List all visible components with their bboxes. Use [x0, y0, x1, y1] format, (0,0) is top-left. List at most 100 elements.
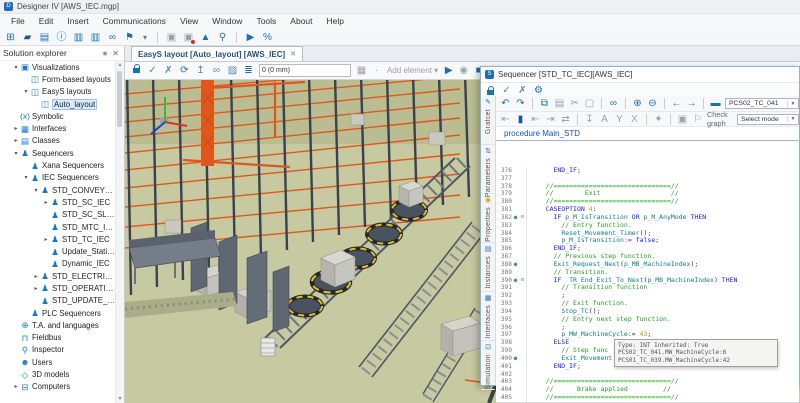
fold-gutter[interactable] [519, 206, 527, 214]
sidebar-item-iec-sequencers[interactable]: ▾♟IEC Sequencers [0, 172, 116, 184]
sidebar-item-update-station-iec[interactable]: ♟Update_Station_IEC [0, 245, 116, 257]
sidebar-item-auto-layout[interactable]: ◫Auto_layout [0, 98, 116, 110]
scroll-down-icon[interactable]: ▼ [116, 395, 124, 403]
sidebar-item-std-operation-pane[interactable]: ▸♟STD_OPERATION_PANE... [0, 282, 116, 294]
fold-gutter[interactable] [519, 261, 527, 269]
tab-instances[interactable]: ▤Instances [481, 243, 495, 292]
breakpoint-gutter[interactable] [512, 190, 519, 198]
expand-icon[interactable]: ▸ [12, 383, 20, 390]
sync-icon[interactable]: ⟳ [179, 63, 190, 78]
frame-icon[interactable]: ▣ [677, 112, 688, 127]
line-number[interactable]: 388 [496, 261, 512, 269]
tab-parameters[interactable]: ⇅Parameters [481, 145, 495, 194]
line-number[interactable]: 390 [496, 277, 512, 285]
new-project-icon[interactable]: ⊞ [5, 30, 16, 45]
binoculars-icon[interactable]: ∞ [107, 30, 118, 45]
breakpoint-gutter[interactable] [512, 198, 519, 206]
sidebar-item-std-conveyor-iec[interactable]: ▾♟STD_CONVEYOR_IEC [0, 184, 116, 196]
breakpoint-gutter[interactable] [512, 394, 519, 402]
breakpoint-gutter[interactable] [512, 230, 519, 238]
breakpoint-gutter[interactable] [512, 183, 519, 191]
fold-marker-icon[interactable]: ⊟ [519, 277, 527, 285]
fold-gutter[interactable] [519, 222, 527, 230]
pan-icon[interactable]: ✦ [653, 112, 664, 127]
breakpoint-gutter[interactable] [512, 316, 519, 324]
sidebar-item-inspector[interactable]: ⚲Inspector [0, 344, 116, 356]
breakpoint-gutter[interactable] [512, 167, 519, 175]
breakpoint-icon[interactable]: ● [512, 261, 519, 269]
fold-gutter[interactable] [519, 386, 527, 394]
fold-gutter[interactable] [519, 347, 527, 355]
nav-back-icon[interactable]: ← [671, 96, 682, 111]
align-a-icon[interactable]: A [599, 112, 610, 127]
collapse-icon[interactable]: ▬ [710, 96, 721, 111]
expand-icon[interactable]: ▸ [42, 236, 50, 243]
menu-communications[interactable]: Communications [96, 14, 173, 29]
warning-icon[interactable]: ▲ [200, 30, 211, 45]
find-icon[interactable]: ∞ [608, 96, 619, 111]
window-layout2-icon[interactable]: ▥ [90, 30, 101, 45]
grid-icon[interactable]: ▦ [356, 63, 367, 78]
line-number[interactable]: 391 [496, 284, 512, 292]
fold-gutter[interactable] [519, 230, 527, 238]
fold-gutter[interactable] [519, 167, 527, 175]
fold-gutter[interactable] [519, 371, 527, 379]
step-prev-icon[interactable]: ⇤ [530, 112, 541, 127]
layers-icon[interactable]: ≣ [243, 63, 254, 78]
sidebar-item-classes[interactable]: ▸▤Classes [0, 135, 116, 147]
block-selector-combo[interactable]: PCS02_TC_041 ▼ [725, 98, 799, 109]
fold-gutter[interactable] [519, 237, 527, 245]
fold-gutter[interactable] [519, 378, 527, 386]
folder-icon[interactable]: ▮ [515, 112, 526, 127]
sidebar-item-fieldbus[interactable]: ⊓Fieldbus [0, 332, 116, 344]
sidebar-item-dynamic-iec[interactable]: ♟Dynamic_IEC [0, 258, 116, 270]
tab-grafcet[interactable]: ✎Grafcet [481, 96, 495, 145]
online-active-icon[interactable]: ▣ [183, 30, 194, 45]
line-number[interactable]: 402 [496, 371, 512, 379]
line-number[interactable]: 394 [496, 308, 512, 316]
line-number[interactable]: 398 [496, 339, 512, 347]
save-card-icon[interactable]: ▤ [39, 30, 50, 45]
insert-down-icon[interactable]: ↧ [584, 112, 595, 127]
sidebar-scrollbar[interactable]: ▲ ▼ [115, 61, 124, 403]
more-dot-icon[interactable]: · [371, 63, 382, 78]
tag-dropdown-chevron[interactable]: ▾ [141, 30, 149, 45]
monitor-search-icon[interactable]: ⚲ [217, 30, 228, 45]
breakpoint-gutter[interactable] [512, 386, 519, 394]
sidebar-item-sequencers[interactable]: ▾♟Sequencers [0, 147, 116, 159]
fold-gutter[interactable] [519, 292, 527, 300]
menu-window[interactable]: Window [205, 14, 249, 29]
tab-easys-layout[interactable]: EasyS layout [Auto_layout] [AWS_IEC] ✕ [131, 46, 303, 61]
breakpoint-gutter[interactable] [512, 175, 519, 183]
line-number[interactable]: 376 [496, 167, 512, 175]
line-number[interactable]: 383 [496, 222, 512, 230]
undo-icon[interactable]: ↶ [500, 96, 511, 111]
breakpoint-gutter[interactable] [512, 300, 519, 308]
zoom-out-icon[interactable]: ⊖ [647, 96, 658, 111]
breakpoint-gutter[interactable] [512, 363, 519, 371]
fold-marker-icon[interactable]: ⊟ [519, 214, 527, 222]
sidebar-item-computers[interactable]: ▸⊟Computers [0, 381, 116, 393]
fold-gutter[interactable] [519, 394, 527, 402]
scroll-up-icon[interactable]: ▲ [116, 61, 124, 69]
expand-icon[interactable]: ▸ [12, 125, 20, 132]
select-mode-combo[interactable]: Select mode ▼ [737, 114, 799, 125]
sidebar-item-users[interactable]: ☻Users [0, 356, 116, 368]
sidebar-item-std-tc-iec[interactable]: ▸♟STD_TC_IEC [0, 233, 116, 245]
tag-dropdown-icon[interactable]: ⚑ [124, 30, 135, 45]
fold-gutter[interactable] [519, 363, 527, 371]
sidebar-item-easys-layouts[interactable]: ▾◫EasyS layouts [0, 86, 116, 98]
breakpoint-gutter[interactable] [512, 222, 519, 230]
fold-gutter[interactable] [519, 245, 527, 253]
branch-x-icon[interactable]: X [629, 112, 640, 127]
breakpoint-gutter[interactable] [512, 206, 519, 214]
line-number[interactable]: 405 [496, 394, 512, 402]
breakpoint-gutter[interactable] [512, 284, 519, 292]
menu-insert[interactable]: Insert [60, 14, 95, 29]
line-number[interactable]: 389 [496, 269, 512, 277]
collapse-icon[interactable]: ▾ [22, 88, 30, 95]
line-number[interactable]: 378 [496, 183, 512, 191]
redo-icon[interactable]: ↷ [515, 96, 526, 111]
fold-gutter[interactable] [519, 339, 527, 347]
menu-help[interactable]: Help [320, 14, 351, 29]
